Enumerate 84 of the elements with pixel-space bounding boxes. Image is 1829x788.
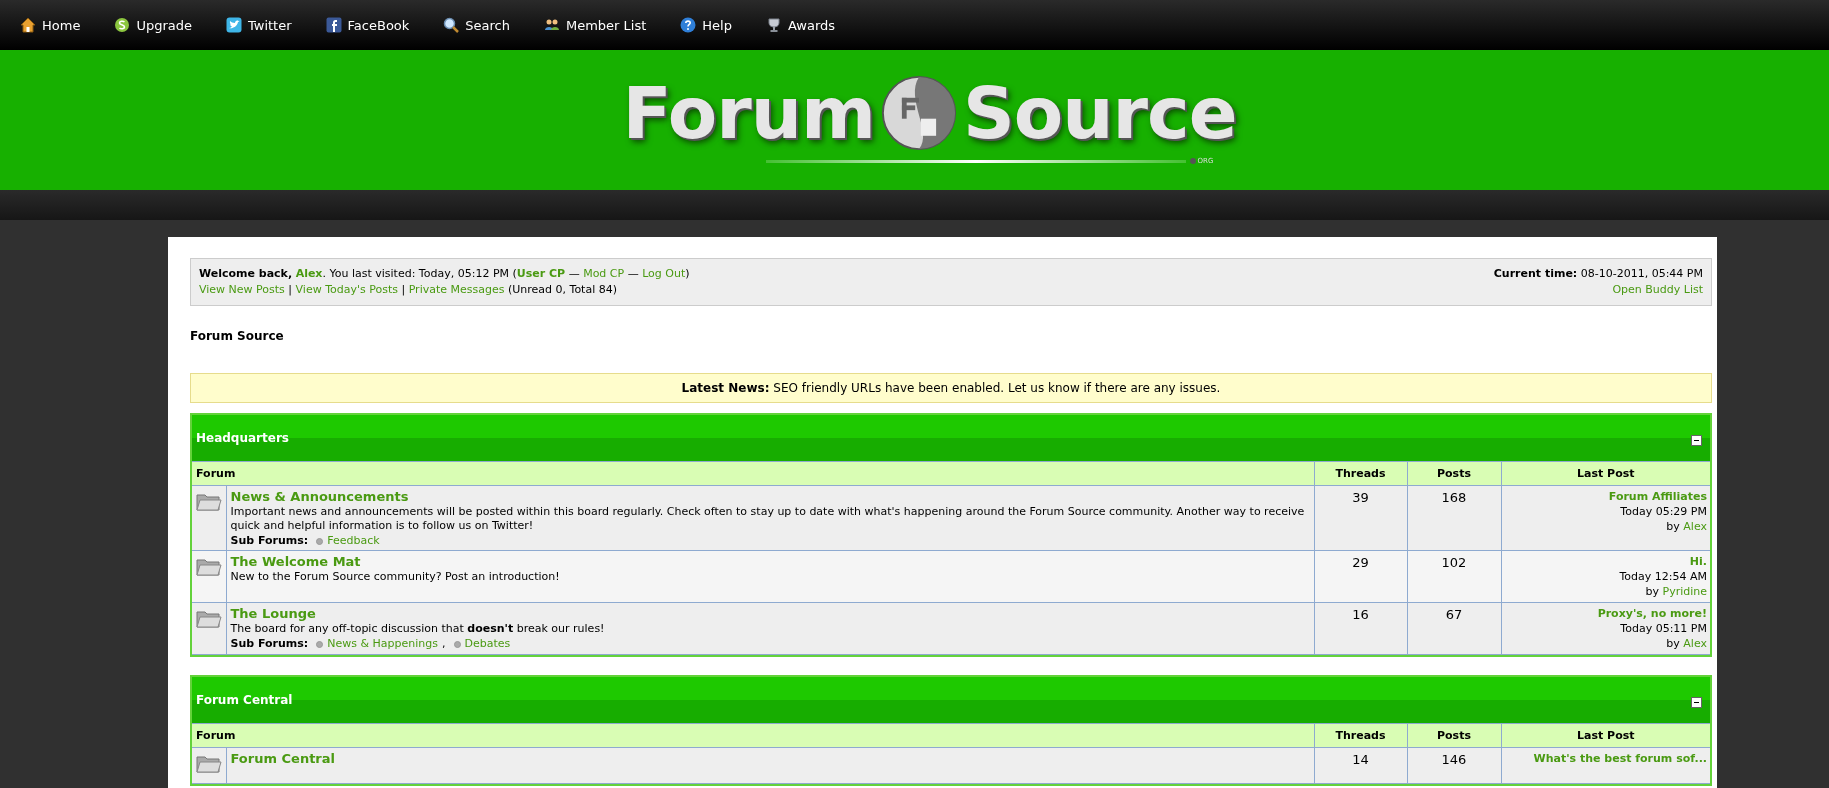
last-post-link[interactable]: Hi.: [1689, 555, 1707, 568]
news-text: Latest News: SEO friendly URLs have been enabled. Let us know if there are any issues.: [681, 381, 1221, 395]
forum-title-link[interactable]: Forum Central: [230, 752, 335, 766]
collapse-icon[interactable]: [1691, 696, 1702, 708]
dot-icon: [1189, 158, 1196, 164]
subforum-link[interactable]: News & Happenings: [327, 637, 438, 651]
post-count: 146: [1441, 752, 1467, 767]
last-post-link[interactable]: Forum Affiliates: [1608, 490, 1707, 503]
column-header: Posts: [1407, 461, 1501, 486]
forum-title-link[interactable]: News & Announcements: [230, 490, 409, 504]
coin-icon: [114, 17, 131, 33]
page-tile-icon: [325, 17, 342, 33]
logo-text: Forum: [622, 77, 875, 149]
author-link[interactable]: Alex: [1683, 520, 1707, 533]
category-title[interactable]: Headquarters: [196, 431, 289, 445]
help-icon: [680, 17, 697, 33]
user-link[interactable]: Mod CP: [583, 267, 625, 280]
buddy-list-link[interactable]: Open Buddy List: [1612, 282, 1703, 298]
user-link[interactable]: User CP: [516, 267, 566, 280]
by-label: by: [1645, 585, 1659, 598]
last-post-time: Today 05:11 PM: [1619, 621, 1707, 636]
column-header: Last Post: [1501, 461, 1710, 486]
column-header: Forum: [192, 461, 1314, 486]
last-post-time: Today 05:29 PM: [1619, 504, 1707, 519]
nav-link[interactable]: Awards: [765, 17, 836, 33]
forum-description: Important news and announcements will be posted within this board regularly. Check often to stay up to date with what's happening around the Forum Source community. Another way to receive quick and helpful information is to follow us on Twitter!: [230, 505, 1306, 533]
trophy-icon: [765, 17, 782, 33]
quick-link[interactable]: View Today's Posts: [295, 283, 398, 296]
subforums-label: Sub Forums:: [230, 534, 309, 548]
thread-count: 29: [1352, 555, 1369, 570]
user-link[interactable]: Log Out: [642, 267, 686, 280]
current-time: Current time: 08-10-2011, 05:44 PM: [1493, 266, 1703, 282]
subforum-link[interactable]: Feedback: [327, 534, 380, 548]
nav-link[interactable]: Help: [680, 17, 732, 33]
forum-description: New to the Forum Source community? Post an introduction!: [230, 570, 561, 584]
post-count: 67: [1445, 607, 1463, 622]
by-label: by: [1666, 520, 1680, 533]
forum-description: The board for any off-topic discussion that doesn't break our rules!: [230, 622, 606, 636]
search-icon: [443, 17, 460, 33]
by-label: by: [1666, 637, 1680, 650]
quick-links: View New Posts | View Today's Posts | Private Messages (Unread 0, Total 84): [199, 282, 618, 298]
separator-text: ,: [442, 637, 446, 651]
nav-link[interactable]: Member List: [544, 17, 647, 33]
folder-icon: [196, 557, 222, 577]
bullet-icon: [453, 640, 461, 648]
bullet-icon: [316, 537, 324, 545]
bullet-icon: [316, 640, 324, 648]
users-icon: [544, 17, 560, 33]
nav-link[interactable]: Search: [443, 17, 510, 33]
logo-emblem-icon: [880, 75, 957, 151]
house-icon: [20, 17, 36, 33]
column-header: Threads: [1314, 723, 1407, 748]
nav-link[interactable]: FaceBook: [325, 17, 410, 33]
thread-count: 14: [1352, 752, 1369, 767]
bird-icon: [226, 17, 242, 33]
nav-link[interactable]: Upgrade: [114, 17, 192, 33]
welcome-text: Welcome back, Alex. You last visited: Today, 05:12 PM (User CP — Mod CP — Log Out): [199, 266, 690, 282]
quick-link[interactable]: Private Messages: [408, 283, 505, 296]
post-count: 102: [1441, 555, 1467, 570]
nav-link[interactable]: Home: [20, 17, 81, 33]
author-link[interactable]: Pyridine: [1662, 585, 1707, 598]
subforums-label: Sub Forums:: [230, 637, 309, 651]
post-count: 168: [1441, 490, 1467, 505]
breadcrumb: Forum Source: [190, 329, 285, 343]
thread-count: 16: [1352, 607, 1369, 622]
logo-text: Source: [962, 77, 1237, 149]
forum-title-link[interactable]: The Lounge: [230, 607, 316, 621]
subforum-link[interactable]: Debates: [464, 637, 511, 651]
author-link[interactable]: Alex: [1683, 637, 1707, 650]
column-header: Last Post: [1501, 723, 1710, 748]
thread-count: 39: [1352, 490, 1369, 505]
forum-title-link[interactable]: The Welcome Mat: [230, 555, 361, 569]
collapse-icon[interactable]: [1691, 434, 1702, 446]
last-post-link[interactable]: Proxy's, no more!: [1597, 607, 1707, 620]
folder-icon: [196, 754, 222, 774]
column-header: Forum: [192, 723, 1314, 748]
column-header: Threads: [1314, 461, 1407, 486]
nav-link[interactable]: Twitter: [226, 17, 292, 33]
folder-icon: [196, 609, 222, 629]
category-title[interactable]: Forum Central: [196, 693, 293, 707]
column-header: Posts: [1407, 723, 1501, 748]
folder-icon: [196, 492, 222, 512]
last-post-time: Today 12:54 AM: [1618, 569, 1707, 584]
quick-link[interactable]: View New Posts: [199, 283, 285, 296]
